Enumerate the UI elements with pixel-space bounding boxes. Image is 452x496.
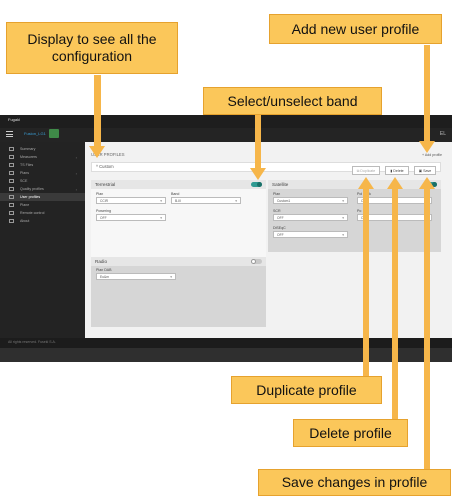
- callout-add-profile: Add new user profile: [269, 14, 442, 44]
- callout-arrow-save: [424, 187, 430, 470]
- sidebar-item-ts-files[interactable]: TS Files: [0, 161, 85, 169]
- remote-control-icon: [9, 211, 14, 215]
- chevron-right-icon: ›: [75, 170, 77, 176]
- terrestrial-powering-select[interactable]: OFF: [96, 214, 166, 221]
- chevron-right-icon: ›: [75, 154, 77, 160]
- satellite-power-label: Po: [357, 209, 362, 213]
- summary-icon: [9, 147, 14, 151]
- arrowhead-display: [89, 146, 105, 158]
- measurers-icon: [9, 155, 14, 159]
- satellite-header: Satellite: [268, 180, 441, 189]
- profile-name[interactable]: ^ Custom: [96, 164, 114, 169]
- footer: [0, 338, 452, 348]
- header-bar: [0, 128, 452, 142]
- satellite-scr-select[interactable]: OFF: [273, 214, 348, 221]
- terrestrial-band-select[interactable]: B-III: [171, 197, 241, 204]
- callout-arrow-add: [424, 45, 430, 143]
- sidebar-item-measurers[interactable]: Measurers ›: [0, 153, 85, 161]
- arrowhead-duplicate: [358, 177, 374, 189]
- chevron-right-icon: ›: [75, 186, 77, 192]
- callout-delete: Delete profile: [293, 419, 408, 447]
- callout-arrow-band: [255, 114, 261, 170]
- footer-text: All rights reserved. Fusekl S.A.: [8, 340, 56, 344]
- quality-profiles-icon: [9, 187, 14, 191]
- user-profiles-icon: [9, 195, 14, 199]
- callout-duplicate: Duplicate profile: [231, 376, 382, 404]
- terrestrial-plan-label: Plan: [96, 192, 104, 196]
- arrowhead-band: [250, 168, 266, 180]
- callout-save: Save changes in profile: [258, 469, 451, 496]
- sidebar-item-summary[interactable]: Summary: [0, 145, 85, 153]
- satellite-diseqc-label: DiSEqC: [273, 226, 286, 230]
- arrowhead-delete: [387, 177, 403, 189]
- sidebar-item-sce[interactable]: SCE: [0, 177, 85, 185]
- radio-header: Radio: [91, 257, 266, 266]
- arrowhead-add: [419, 141, 435, 153]
- device-name[interactable]: Fusion_LG1: [24, 131, 46, 136]
- plane-icon: [9, 203, 14, 207]
- bottom-bar: [0, 348, 452, 362]
- sidebar-item-quality-profiles[interactable]: Quality profiles ›: [0, 185, 85, 193]
- radio-band-toggle[interactable]: [251, 259, 262, 264]
- satellite-diseqc-select[interactable]: OFF: [273, 231, 348, 238]
- terrestrial-header: Terrestrial: [91, 180, 266, 189]
- sidebar-item-remote-control[interactable]: Remote control: [0, 209, 85, 217]
- terrestrial-band-label: Band: [171, 192, 180, 196]
- arrowhead-save: [419, 177, 435, 189]
- satellite-plan-label: Plan: [273, 192, 281, 196]
- status-led-icon: [49, 129, 59, 138]
- sidebar-item-user-profiles[interactable]: User profiles: [0, 193, 85, 201]
- title-bar: [0, 115, 452, 128]
- delete-button[interactable]: ▮ Delete: [385, 166, 409, 175]
- about-icon: [9, 219, 14, 223]
- satellite-scr-label: SCR: [273, 209, 281, 213]
- sidebar-item-about[interactable]: About: [0, 217, 85, 225]
- callout-display-all: Display to see all the configuration: [6, 22, 178, 74]
- radio-panel: [91, 257, 266, 327]
- callout-arrow-duplicate: [363, 187, 369, 377]
- title-bar-text: Fugakl: [8, 117, 21, 122]
- radio-plan-select[interactable]: Eu&m: [96, 273, 176, 280]
- terrestrial-band-toggle[interactable]: [251, 182, 262, 187]
- callout-arrow-delete: [392, 187, 398, 420]
- terrestrial-plan-select[interactable]: CCIR: [96, 197, 166, 204]
- hamburger-menu-icon[interactable]: [6, 131, 13, 137]
- callout-arrow-display: [94, 75, 101, 149]
- duplicate-button[interactable]: ⧉ Duplicate: [352, 166, 380, 175]
- callout-select-band: Select/unselect band: [203, 87, 382, 115]
- save-button[interactable]: ▣ Save: [414, 166, 436, 175]
- radio-plan-label: Plan DAB: [96, 268, 112, 272]
- sidebar-item-plane[interactable]: Plane: [0, 201, 85, 209]
- plans-icon: [9, 171, 14, 175]
- brand-logo: EL: [439, 131, 446, 137]
- terrestrial-powering-label: Powering: [96, 209, 111, 213]
- ts-files-icon: [9, 163, 14, 167]
- sidebar-item-plans[interactable]: Plans ›: [0, 169, 85, 177]
- sce-icon: [9, 179, 14, 183]
- satellite-plan-select[interactable]: Custom1: [273, 197, 348, 204]
